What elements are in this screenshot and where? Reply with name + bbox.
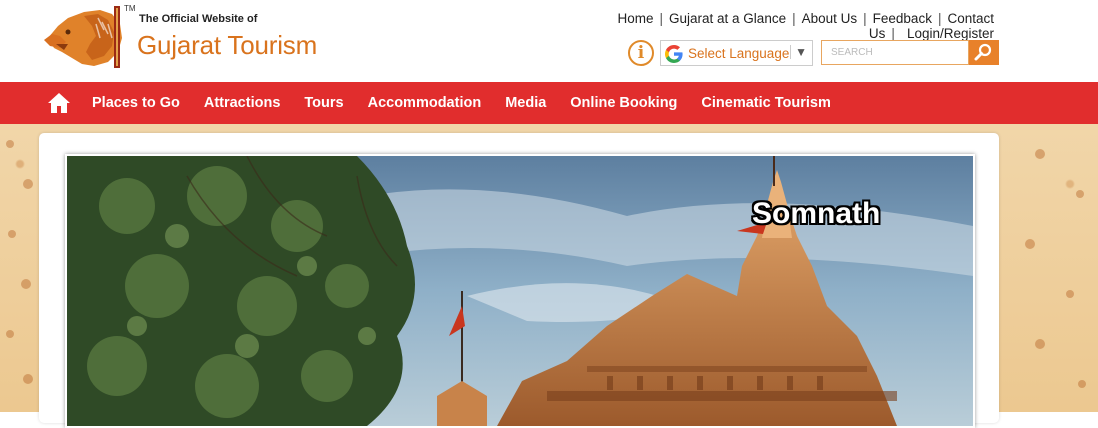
link-separator: | [937,11,942,26]
home-icon[interactable] [47,92,71,114]
login-register-link[interactable]: Login/Register [907,26,994,41]
language-label: Select Language [688,46,790,61]
search-button[interactable] [969,40,999,65]
info-icon[interactable]: i [628,40,654,66]
nav-item-media[interactable]: Media [493,82,558,124]
google-icon [665,45,683,63]
link-separator: | [792,11,796,26]
slide-caption: Somnath [752,197,881,230]
nav-item-places-to-go[interactable]: Places to Go [80,82,192,124]
chevron-down-icon: ▼ [790,45,807,59]
site-tagline: The Official Website of [139,13,258,25]
trademark-mark: TM [124,4,136,13]
nav-item-online-booking[interactable]: Online Booking [558,82,689,124]
nav-menu: Places to Go Attractions Tours Accommoda… [80,82,843,124]
site-header: TM The Official Website of Gujarat Touri… [0,0,1098,82]
language-selector[interactable]: Select Language ▼ [660,40,813,66]
nav-item-tours[interactable]: Tours [292,82,355,124]
top-link-feedback[interactable]: Feedback [873,11,932,26]
top-links-bar: Home | Gujarat at a Glance | About Us | Feedba… [498,11,1098,41]
hero-slider-image[interactable] [65,154,975,428]
nav-item-attractions[interactable]: Attractions [192,82,293,124]
nav-item-accommodation[interactable]: Accommodation [356,82,494,124]
link-separator: | [891,26,895,41]
link-separator: | [863,11,867,26]
search-icon [974,43,992,61]
nav-item-cinematic-tourism[interactable]: Cinematic Tourism [689,82,842,124]
top-link-gujarat-at-a-glance[interactable]: Gujarat at a Glance [669,11,786,26]
top-link-home[interactable]: Home [617,11,653,26]
main-navigation: Places to Go Attractions Tours Accommoda… [0,82,1098,124]
search-input[interactable] [821,40,969,65]
site-brand-name[interactable]: Gujarat Tourism [137,30,317,61]
floral-pattern-right [1025,149,1086,388]
link-separator: | [659,11,664,26]
lion-logo-icon[interactable] [38,4,128,68]
top-link-about-us[interactable]: About Us [802,11,858,26]
floral-pattern-left [6,140,33,384]
